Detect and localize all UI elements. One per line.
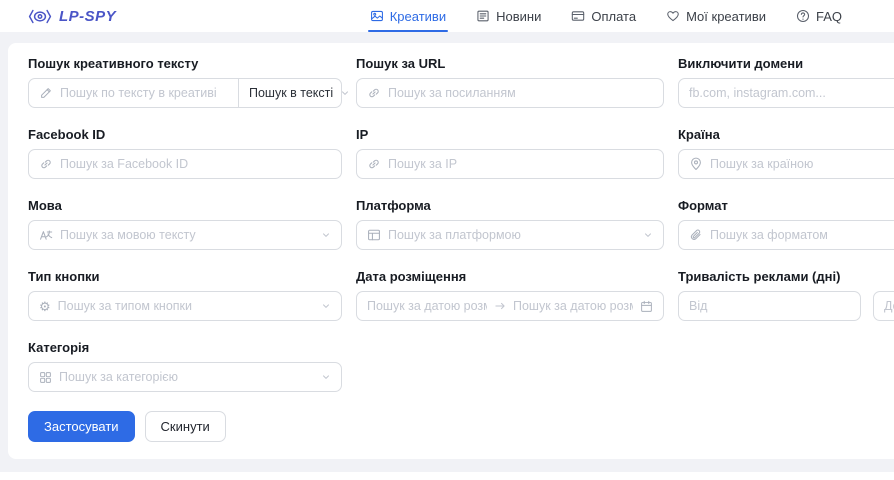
gear-icon: ⚙ (39, 300, 51, 313)
platform-select[interactable] (356, 220, 664, 250)
date-to-field[interactable] (513, 299, 633, 313)
field-label: Facebook ID (28, 127, 342, 142)
credit-card-icon (571, 9, 585, 23)
calendar-icon (640, 300, 653, 313)
field-label: Формат (678, 198, 894, 213)
url-field[interactable] (388, 86, 653, 100)
filter-platform: Платформа (356, 198, 664, 250)
field-label: Платформа (356, 198, 664, 213)
filter-country: Країна (678, 127, 894, 179)
nav-label: Новини (496, 9, 541, 24)
eye-logo-icon (28, 8, 52, 25)
duration-to-input[interactable] (873, 291, 894, 321)
category-field[interactable] (59, 370, 314, 384)
chevron-down-icon (321, 230, 331, 240)
paperclip-icon (689, 228, 703, 242)
chevron-down-icon (321, 372, 331, 382)
filter-creative-text: Пошук креативного тексту Пошук в тексті (28, 56, 342, 108)
reset-button[interactable]: Скинути (145, 411, 226, 442)
facebook-id-field[interactable] (60, 157, 331, 171)
duration-from-input[interactable] (678, 291, 861, 321)
filter-facebook-id: Facebook ID (28, 127, 342, 179)
filter-exclude-domains: Виключити домени (678, 56, 894, 108)
arrow-right-icon (494, 300, 506, 312)
nav-label: Креативи (390, 9, 446, 24)
duration-to-field[interactable] (884, 299, 894, 313)
location-pin-icon (689, 157, 703, 171)
nav-tab-creatives[interactable]: Креативи (370, 0, 446, 32)
filter-duration: Тривалість реклами (дні) (678, 269, 894, 321)
heart-icon (666, 9, 680, 23)
field-label: Дата розміщення (356, 269, 664, 284)
language-field[interactable] (60, 228, 314, 242)
image-icon (370, 9, 384, 23)
exclude-domains-field[interactable] (689, 86, 894, 100)
apply-button[interactable]: Застосувати (28, 411, 135, 442)
nav-label: Мої креативи (686, 9, 766, 24)
results-toolbar: Знайдено 48678 креативів на сторінці 1 2… (0, 472, 894, 480)
facebook-id-input[interactable] (28, 149, 342, 179)
news-icon (476, 9, 490, 23)
filter-placement-date: Дата розміщення (356, 269, 664, 321)
text-search-mode-select[interactable]: Пошук в тексті (239, 78, 342, 108)
country-field[interactable] (710, 157, 894, 171)
logo-text: LP-SPY (59, 8, 116, 25)
filter-button-type: Тип кнопки ⚙ (28, 269, 342, 321)
format-input[interactable] (678, 220, 894, 250)
button-type-field[interactable] (58, 299, 314, 313)
layout-icon (367, 228, 381, 242)
filter-panel: Пошук креативного тексту Пошук в тексті (8, 43, 894, 459)
filter-language: Мова (28, 198, 342, 250)
field-label: Пошук креативного тексту (28, 56, 342, 71)
filter-category: Категорія (28, 340, 342, 392)
link-icon (367, 157, 381, 171)
url-input[interactable] (356, 78, 664, 108)
chevron-down-icon (321, 301, 331, 311)
filter-format: Формат (678, 198, 894, 250)
grid-icon (39, 371, 52, 384)
selected-mode: Пошук в тексті (249, 86, 333, 100)
creative-text-field[interactable] (60, 86, 228, 100)
field-label: Країна (678, 127, 894, 142)
nav-tab-news[interactable]: Новини (476, 0, 541, 32)
ip-field[interactable] (388, 157, 653, 171)
nav-label: Оплата (591, 9, 636, 24)
button-type-select[interactable]: ⚙ (28, 291, 342, 321)
platform-field[interactable] (388, 228, 636, 242)
field-label: Виключити домени (678, 56, 894, 71)
chevron-down-icon (340, 88, 350, 98)
field-label: Тривалість реклами (дні) (678, 269, 894, 284)
filter-url: Пошук за URL (356, 56, 664, 108)
nav-label: FAQ (816, 9, 842, 24)
date-range-picker[interactable] (356, 291, 664, 321)
top-header: LP-SPY Креативи Новини (0, 0, 894, 32)
nav-tab-my-creatives[interactable]: Мої креативи (666, 0, 766, 32)
field-label: IP (356, 127, 664, 142)
nav-tab-faq[interactable]: FAQ (796, 0, 842, 32)
country-input[interactable] (678, 149, 894, 179)
ip-input[interactable] (356, 149, 664, 179)
link-icon (367, 86, 381, 100)
duration-from-field[interactable] (689, 299, 850, 313)
field-label: Тип кнопки (28, 269, 342, 284)
question-circle-icon (796, 9, 810, 23)
format-field[interactable] (710, 228, 894, 242)
exclude-domains-input[interactable] (678, 78, 894, 108)
main-nav: Креативи Новини Оплата (370, 0, 842, 32)
language-select[interactable] (28, 220, 342, 250)
filter-ip: IP (356, 127, 664, 179)
field-label: Пошук за URL (356, 56, 664, 71)
link-icon (39, 157, 53, 171)
chevron-down-icon (643, 230, 653, 240)
field-label: Категорія (28, 340, 342, 355)
field-label: Мова (28, 198, 342, 213)
date-from-field[interactable] (367, 299, 487, 313)
nav-tab-payment[interactable]: Оплата (571, 0, 636, 32)
pencil-icon (39, 86, 53, 100)
app-logo[interactable]: LP-SPY (28, 8, 116, 25)
creative-text-input[interactable] (28, 78, 239, 108)
category-select[interactable] (28, 362, 342, 392)
translate-icon (39, 228, 53, 242)
